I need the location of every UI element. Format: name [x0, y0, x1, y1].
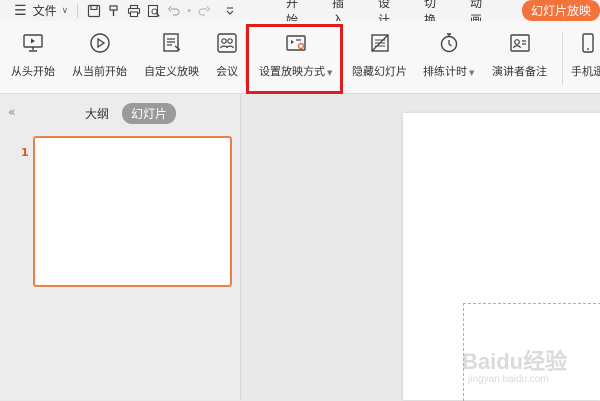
rehearse-timings-button[interactable]: 排练计时▼ [423, 30, 474, 79]
meeting-label: 会议 [216, 63, 238, 79]
from-current-button[interactable]: 从当前开始 [72, 30, 127, 79]
watermark-url: jingyan.baidu.com [468, 374, 549, 385]
slideshow-settings-icon [283, 30, 309, 56]
panel-tabs: 大纲 幻灯片 [76, 103, 176, 124]
dropdown-caret-icon[interactable]: ▼ [469, 69, 474, 77]
meeting-button[interactable]: 会议 [214, 30, 240, 79]
rehearse-timings-label: 排练计时▼ [423, 63, 474, 79]
watermark-logo: Baidu经验 [462, 344, 567, 376]
slideshow-settings-button[interactable]: 设置放映方式▼ [259, 30, 332, 79]
phone-remote-button[interactable]: 手机遥 [571, 30, 600, 79]
ribbon-divider [562, 31, 563, 85]
save-icon[interactable] [85, 2, 103, 20]
print-preview-icon[interactable] [145, 2, 163, 20]
watermark: Baidu经验 jingyan.baidu.com [462, 344, 567, 385]
menu-icon[interactable]: ☰ [14, 4, 27, 18]
dropdown-caret-icon[interactable]: ▼ [327, 69, 332, 77]
chevron-down-icon[interactable]: ∨ [62, 6, 69, 16]
undo-dropdown-icon[interactable]: ▾ [185, 2, 193, 20]
menu-bar: ☰ 文件 ∨ ▾ 开始 插入 设计 切换 动画 幻灯片放映 [0, 0, 600, 21]
file-menu[interactable]: 文件 [33, 2, 57, 19]
from-beginning-button[interactable]: 从头开始 [11, 30, 55, 79]
custom-slideshow-label: 自定义放映 [144, 63, 199, 79]
phone-remote-label: 手机遥 [571, 63, 600, 79]
hide-slide-button[interactable]: 隐藏幻灯片 [352, 30, 407, 79]
print-icon[interactable] [125, 2, 143, 20]
custom-slideshow-button[interactable]: 自定义放映 [144, 30, 199, 79]
speaker-notes-icon [507, 30, 533, 56]
from-beginning-label: 从头开始 [11, 63, 55, 79]
slides-panel: « 大纲 幻灯片 1 [0, 94, 241, 400]
tab-outline[interactable]: 大纲 [76, 103, 118, 124]
hide-slide-icon [367, 30, 393, 56]
from-current-label: 从当前开始 [72, 63, 127, 79]
speaker-notes-button[interactable]: 演讲者备注 [492, 30, 547, 79]
slide-thumbnail[interactable] [33, 136, 232, 287]
hide-slide-label: 隐藏幻灯片 [352, 63, 407, 79]
speaker-notes-label: 演讲者备注 [492, 63, 547, 79]
collapse-panel-icon[interactable]: « [8, 105, 15, 119]
ribbon-tabs: 开始 插入 设计 切换 动画 幻灯片放映 [286, 0, 600, 21]
stopwatch-icon [436, 30, 462, 56]
tab-slides[interactable]: 幻灯片 [122, 103, 176, 124]
format-painter-icon[interactable] [105, 2, 123, 20]
slideshow-settings-label: 设置放映方式▼ [259, 63, 332, 79]
divider [77, 4, 78, 18]
redo-icon[interactable] [195, 2, 213, 20]
phone-remote-icon [575, 30, 600, 56]
ribbon: 从头开始 从当前开始 自定义放映 会议 设置放映方式▼ 隐藏幻灯片 排 [0, 21, 600, 94]
circle-play-icon [87, 30, 113, 56]
slide-number: 1 [21, 146, 29, 159]
ribbon-divider [245, 31, 246, 85]
meeting-icon [214, 30, 240, 56]
monitor-play-icon [20, 30, 46, 56]
customize-toolbar-icon[interactable] [221, 2, 239, 20]
tab-slideshow[interactable]: 幻灯片放映 [522, 0, 600, 21]
undo-icon[interactable] [165, 2, 183, 20]
quick-access-toolbar: ▾ [85, 2, 239, 20]
custom-slideshow-icon [159, 30, 185, 56]
